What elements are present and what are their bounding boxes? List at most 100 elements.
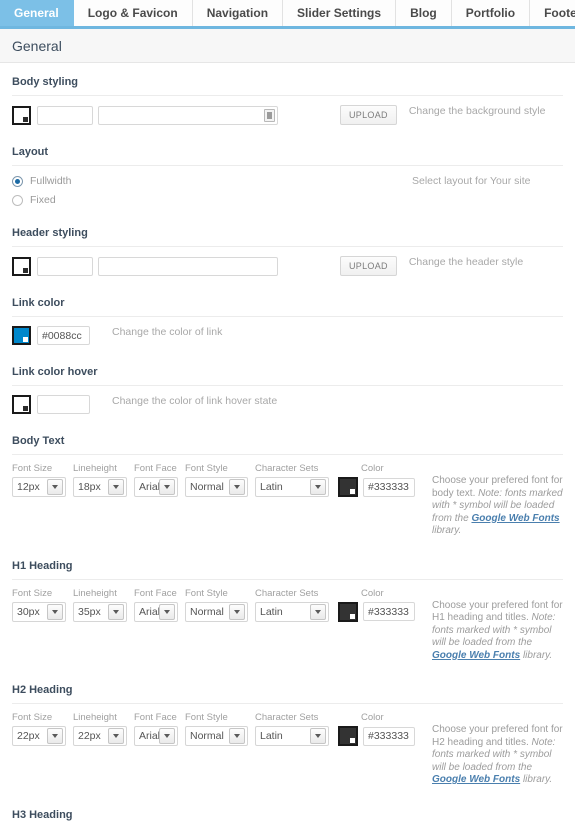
link-color-input[interactable]	[37, 326, 90, 345]
chevron-down-icon[interactable]	[310, 479, 326, 495]
body-styling-description: Change the background style	[408, 105, 546, 117]
body-text-color-input[interactable]	[363, 477, 415, 497]
section-label-header-styling: Header styling	[12, 214, 563, 247]
h2-color-input[interactable]	[363, 726, 415, 746]
chevron-down-icon[interactable]	[108, 728, 124, 744]
row-h1-heading: Font Size 30px Lineheight 35px Font Face…	[12, 580, 563, 672]
tab-navigation[interactable]: Navigation	[192, 0, 284, 26]
radio-option-fixed[interactable]: Fixed	[12, 194, 412, 206]
body-styling-color-input[interactable]	[37, 105, 93, 125]
select-value: 18px	[78, 481, 101, 493]
chevron-down-icon[interactable]	[229, 479, 245, 495]
field-font-face: Font Face Arial	[134, 712, 178, 746]
field-label-character-sets: Character Sets	[255, 587, 319, 599]
tab-portfolio[interactable]: Portfolio	[451, 0, 531, 26]
select-font-size[interactable]: 30px	[12, 601, 66, 622]
field-color: Color	[336, 712, 415, 746]
select-font-size[interactable]: 12px	[12, 477, 66, 497]
tab-blog[interactable]: Blog	[396, 0, 452, 26]
tab-general[interactable]: General	[0, 0, 74, 26]
select-character-sets[interactable]: Latin	[255, 477, 329, 497]
section-label-h1-heading: H1 Heading	[12, 547, 563, 580]
page-title: General	[12, 37, 62, 54]
chevron-down-icon[interactable]	[47, 479, 63, 495]
select-lineheight[interactable]: 22px	[73, 726, 127, 746]
select-font-face[interactable]: Arial	[134, 477, 178, 497]
select-font-style[interactable]: Normal	[185, 601, 248, 622]
google-web-fonts-link[interactable]: Google Web Fonts	[432, 650, 520, 661]
color-picker-icon[interactable]	[12, 105, 31, 125]
color-picker-icon[interactable]	[338, 601, 358, 622]
radio-icon-fullwidth[interactable]	[12, 175, 23, 187]
file-icon[interactable]	[264, 108, 275, 122]
radio-icon-fixed[interactable]	[12, 194, 23, 206]
tab-slider-settings[interactable]: Slider Settings	[283, 0, 397, 26]
chevron-down-icon[interactable]	[229, 728, 245, 744]
tab-label: Footer	[544, 6, 575, 20]
chevron-down-icon[interactable]	[159, 728, 175, 744]
select-value: 22px	[78, 730, 101, 742]
tab-footer[interactable]: Footer	[530, 0, 575, 26]
link-color-description: Change the color of link	[112, 326, 223, 338]
body-styling-upload-input[interactable]	[98, 105, 278, 125]
chevron-down-icon[interactable]	[47, 728, 63, 744]
section-label-link-color: Link color	[12, 284, 563, 317]
color-picker-icon[interactable]	[12, 326, 31, 345]
color-picker-icon[interactable]	[338, 477, 358, 497]
h1-font-fields: Font Size 30px Lineheight 35px Font Face…	[12, 588, 422, 622]
tab-logo-favicon[interactable]: Logo & Favicon	[73, 0, 193, 26]
select-value: 12px	[17, 481, 40, 493]
select-font-size[interactable]: 22px	[12, 726, 66, 746]
color-picker-icon[interactable]	[12, 256, 31, 276]
field-label-font-face: Font Face	[134, 587, 177, 599]
select-lineheight[interactable]: 18px	[73, 477, 127, 497]
body-text-font-fields: Font Size 12px Lineheight 18px Font Face…	[12, 463, 422, 497]
field-lineheight: Lineheight 18px	[73, 463, 127, 497]
settings-tab-bar: General Logo & Favicon Navigation Slider…	[0, 0, 575, 29]
select-font-style[interactable]: Normal	[185, 477, 248, 497]
select-font-face[interactable]: Arial	[134, 601, 178, 622]
chevron-down-icon[interactable]	[229, 603, 245, 620]
color-picker-icon[interactable]	[338, 726, 358, 746]
chevron-down-icon[interactable]	[159, 603, 175, 620]
field-label-lineheight: Lineheight	[73, 463, 117, 474]
select-value: Latin	[260, 605, 283, 618]
select-value: Normal	[190, 481, 224, 493]
field-label-font-face: Font Face	[134, 463, 177, 474]
layout-description: Select layout for Your site	[412, 175, 531, 187]
radio-option-fullwidth[interactable]: Fullwidth	[12, 175, 412, 187]
row-link-color: Change the color of link	[12, 317, 563, 353]
select-font-style[interactable]: Normal	[185, 726, 248, 746]
google-web-fonts-link[interactable]: Google Web Fonts	[432, 774, 520, 785]
h1-color-input[interactable]	[363, 602, 415, 621]
section-label-h2-heading: H2 Heading	[12, 671, 563, 704]
chevron-down-icon[interactable]	[47, 603, 63, 620]
select-font-face[interactable]: Arial	[134, 726, 178, 746]
chevron-down-icon[interactable]	[108, 603, 124, 620]
google-web-fonts-link[interactable]: Google Web Fonts	[471, 513, 559, 524]
header-styling-color-input[interactable]	[37, 256, 93, 276]
select-character-sets[interactable]: Latin	[255, 601, 329, 622]
section-label-link-color-hover: Link color hover	[12, 353, 563, 386]
h1-description: Choose your prefered font for H1 heading…	[432, 588, 563, 663]
link-color-hover-controls	[12, 395, 90, 414]
chevron-down-icon[interactable]	[159, 479, 175, 495]
field-label-color: Color	[361, 712, 384, 723]
field-font-face: Font Face Arial	[134, 588, 178, 622]
link-color-hover-input[interactable]	[37, 395, 90, 414]
select-character-sets[interactable]: Latin	[255, 726, 329, 746]
upload-button-header-styling[interactable]: UPLOAD	[340, 256, 397, 276]
desc-suffix: library.	[522, 649, 553, 661]
field-label-character-sets: Character Sets	[255, 712, 319, 723]
header-styling-upload-input[interactable]	[98, 256, 278, 276]
row-link-color-hover: Change the color of link hover state	[12, 386, 563, 422]
field-character-sets: Character Sets Latin	[255, 712, 329, 746]
chevron-down-icon[interactable]	[310, 728, 326, 744]
chevron-down-icon[interactable]	[108, 479, 124, 495]
select-lineheight[interactable]: 35px	[73, 601, 127, 622]
select-value: Normal	[190, 730, 224, 742]
color-picker-icon[interactable]	[12, 395, 31, 414]
field-color: Color	[336, 463, 415, 497]
chevron-down-icon[interactable]	[310, 603, 326, 620]
upload-button-body-styling[interactable]: UPLOAD	[340, 105, 397, 125]
